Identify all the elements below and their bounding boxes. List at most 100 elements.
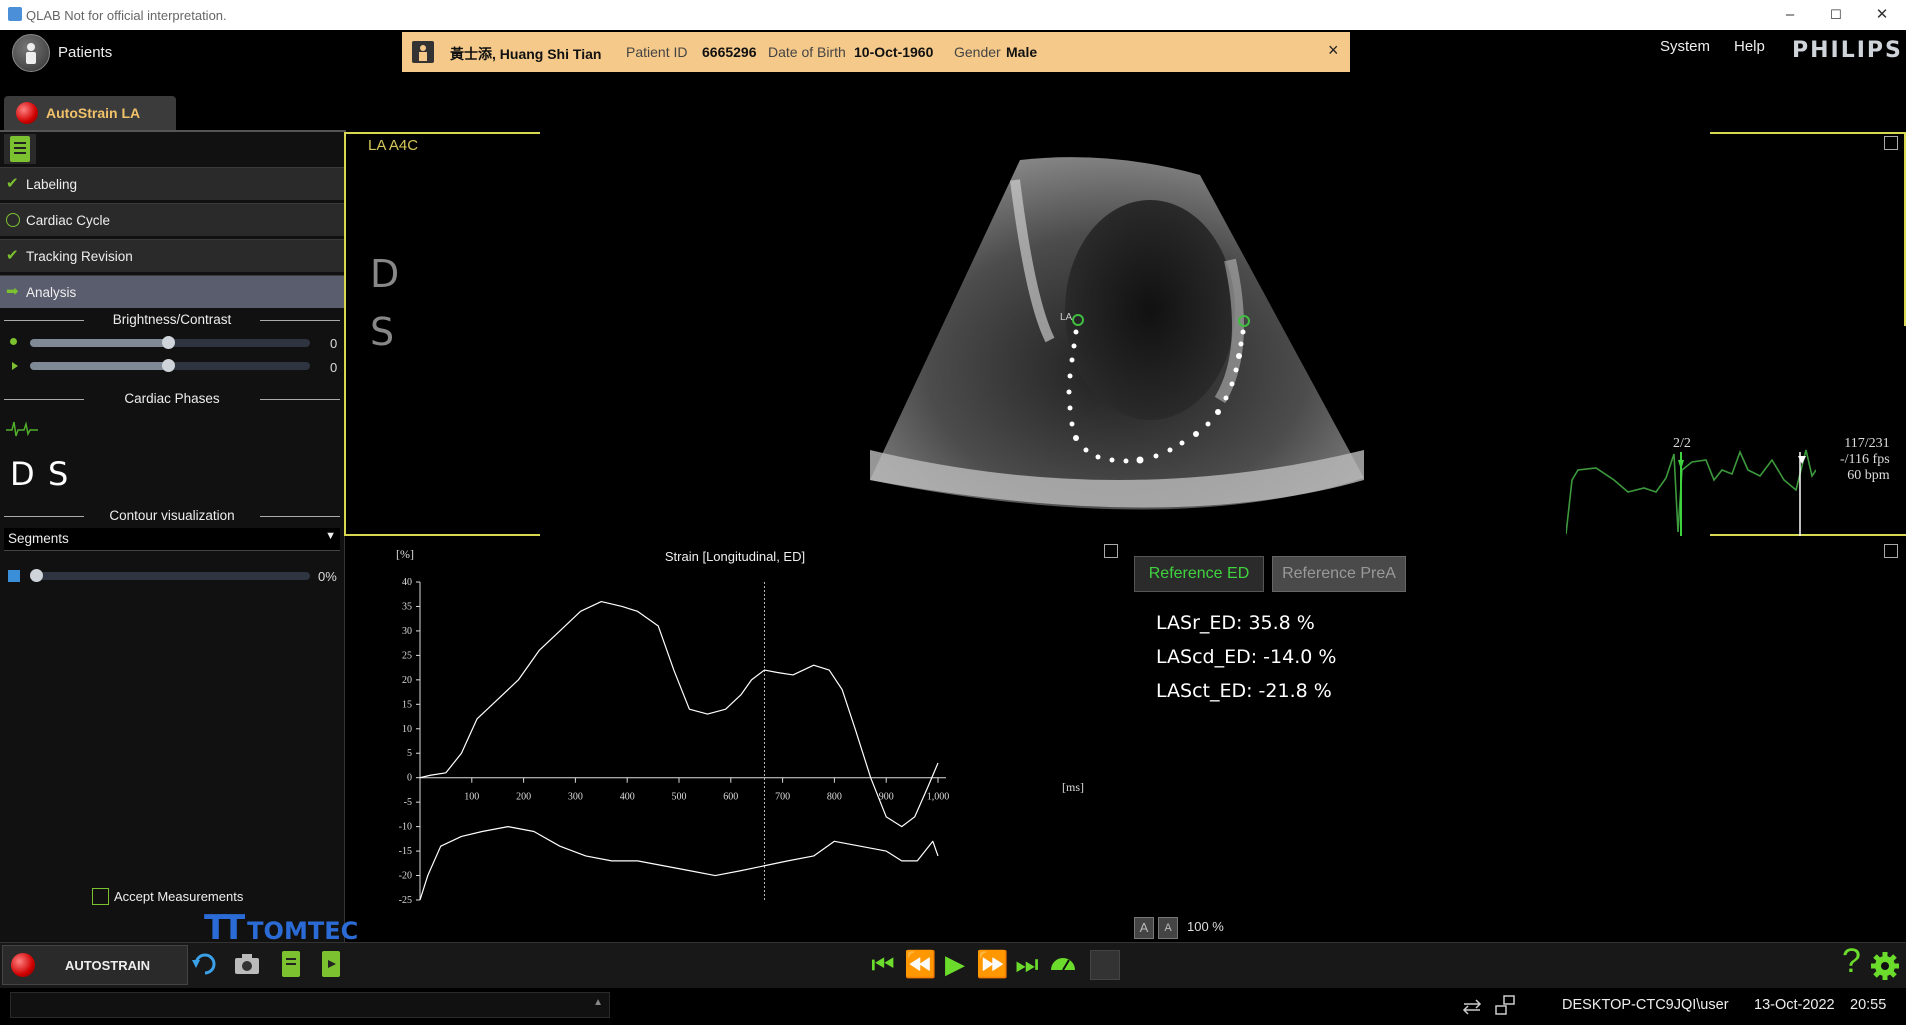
chart-title: Strain [Longitudinal, ED] (664, 549, 806, 564)
x-tick-label: 400 (620, 792, 635, 803)
x-tick-label: 200 (516, 792, 531, 803)
y-tick-label: 40 (402, 577, 412, 588)
last-frame-icon[interactable]: ⏭ (1012, 948, 1042, 980)
tab-label: AutoStrain LA (46, 105, 141, 121)
x-tick-label: 300 (568, 792, 583, 803)
result-lascd: LAScd_ED: -14.0 % (1156, 646, 1337, 668)
step-analysis[interactable]: ➡ Analysis (0, 275, 344, 308)
la-marker-label: LA (1060, 312, 1073, 323)
ecg-trace (1566, 449, 1816, 536)
y-tick-label: -5 (404, 797, 412, 808)
camera-icon[interactable] (232, 948, 262, 980)
contour-visualization-heading: Contour visualization (0, 508, 344, 523)
report-toolbar-button[interactable] (4, 134, 36, 164)
help-icon[interactable]: ? (1842, 942, 1861, 981)
play-icon[interactable]: ▶ (940, 948, 970, 980)
phase-d-button[interactable]: D (10, 455, 35, 493)
minimize-button[interactable]: – (1768, 0, 1812, 30)
x-tick-label: 900 (879, 792, 894, 803)
dropdown-arrow-icon: ▼ (325, 530, 336, 542)
patient-id-label: Patient ID (626, 44, 688, 60)
fps-value: -/116 fps (1840, 452, 1890, 467)
cardiac-phases-heading: Cardiac Phases (0, 391, 344, 406)
y-tick-label: 10 (402, 724, 412, 735)
step-tracking-revision[interactable]: ✔ Tracking Revision (0, 239, 344, 272)
reference-prea-button[interactable]: Reference PreA (1272, 556, 1406, 592)
y-tick-label: 20 (402, 675, 412, 686)
font-smaller-button[interactable]: A (1158, 917, 1178, 939)
font-larger-button[interactable]: A (1134, 917, 1154, 939)
close-window-button[interactable]: ✕ (1860, 0, 1904, 30)
next-frame-icon[interactable]: ⏩ (976, 948, 1008, 980)
contour-mode-value: Segments (8, 531, 69, 546)
maximize-results-icon[interactable] (1884, 544, 1898, 558)
export-report-icon[interactable] (316, 948, 346, 980)
maximize-chart-icon[interactable] (1104, 544, 1118, 558)
status-date: 13-Oct-2022 (1754, 997, 1835, 1013)
brightness-slider[interactable] (30, 336, 310, 349)
check-icon: ✔ (6, 175, 19, 192)
opacity-slider[interactable] (30, 569, 310, 582)
report-icon (10, 136, 30, 162)
contour-mode-select[interactable]: Segments ▼ (4, 528, 340, 551)
frame-counter: 2/2 (1673, 436, 1691, 451)
step-cardiac-cycle[interactable]: Cardiac Cycle (0, 203, 344, 236)
pending-circle-icon (6, 213, 20, 227)
dob-value: 10-Oct-1960 (854, 44, 934, 60)
network-icon[interactable] (1494, 994, 1518, 1016)
opacity-value: 0% (318, 569, 337, 584)
contrast-slider[interactable] (30, 359, 310, 372)
view-label: LA A4C (368, 137, 419, 154)
maximize-button[interactable]: ☐ (1814, 0, 1858, 30)
autostrain-button[interactable]: AUTOSTRAIN (2, 945, 188, 985)
y-tick-label: 35 (402, 601, 412, 612)
previous-frame-icon[interactable]: ⏪ (904, 948, 936, 980)
patient-name: 黃士添, Huang Shi Tian (450, 46, 602, 62)
patients-button[interactable]: Patients (10, 34, 130, 72)
arrow-right-icon: ➡ (6, 283, 19, 300)
first-frame-icon[interactable]: ⏮ (868, 948, 898, 980)
ecg-icon (6, 421, 38, 437)
close-patient-button[interactable]: × (1328, 40, 1339, 61)
y-tick-label: 15 (402, 699, 412, 710)
patient-banner: 黃士添, Huang Shi Tian Patient ID 6665296 D… (402, 32, 1350, 72)
speed-icon[interactable] (1048, 948, 1078, 980)
y-tick-label: -15 (399, 846, 412, 857)
window-title: QLAB Not for official interpretation. (26, 8, 227, 23)
window-title-bar: QLAB Not for official interpretation. – … (0, 0, 1906, 30)
contrast-value: 0 (330, 360, 338, 375)
x-tick-label: 1,000 (927, 792, 950, 803)
x-tick-label: 800 (827, 792, 842, 803)
step-labeling[interactable]: ✔ Labeling (0, 167, 344, 200)
disabled-tool-button[interactable] (1090, 950, 1120, 980)
help-menu[interactable]: Help (1734, 38, 1765, 55)
frame-number: 117/231 (1844, 436, 1890, 451)
patient-id-value: 6665296 (702, 44, 757, 60)
autostrain-label: AUTOSTRAIN (65, 958, 150, 973)
accept-measurements-checkbox[interactable] (92, 888, 109, 905)
x-tick-label: 700 (775, 792, 790, 803)
expand-arrow-icon: ▲ (593, 997, 603, 1008)
reference-ed-button[interactable]: Reference ED (1134, 556, 1264, 592)
patients-label: Patients (58, 44, 113, 61)
contrast-icon (12, 362, 18, 370)
report-icon[interactable] (276, 948, 306, 980)
tab-autostrain-la[interactable]: AutoStrain LA (4, 96, 176, 130)
autostrain-icon (11, 953, 35, 977)
status-message-field[interactable]: ▲ (10, 992, 610, 1018)
transfer-icon[interactable] (1460, 996, 1484, 1016)
brightness-icon (10, 338, 17, 345)
gender-value: Male (1006, 44, 1038, 60)
step-label: Labeling (26, 177, 78, 192)
frame-info: 117/231 -/116 fps 60 bpm (1840, 436, 1890, 484)
result-lasr: LASr_ED: 35.8 % (1156, 612, 1315, 634)
accept-measurements-label: Accept Measurements (114, 889, 244, 904)
settings-gear-icon[interactable] (1870, 950, 1900, 982)
phase-s-button[interactable]: S (48, 455, 68, 493)
maximize-view-icon[interactable] (1884, 136, 1898, 150)
la-contour (1066, 314, 1250, 464)
system-menu[interactable]: System (1660, 38, 1710, 55)
overlay-d: D (370, 252, 400, 296)
y-tick-label: -25 (399, 895, 412, 906)
reset-icon[interactable] (190, 948, 220, 980)
